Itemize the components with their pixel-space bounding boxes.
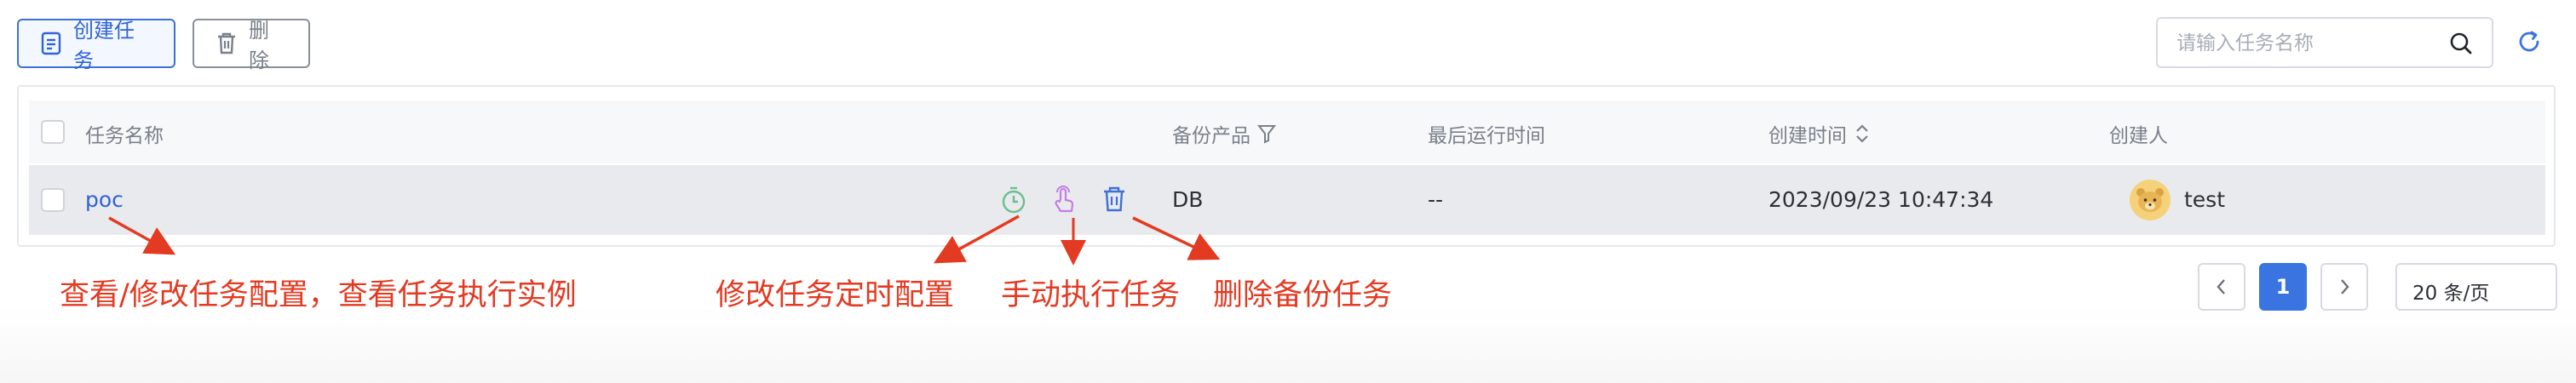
annotation-arrows — [108, 214, 1221, 266]
annotation-schedule: 修改任务定时配置 — [716, 278, 955, 312]
annotation-run: 手动执行任务 — [1001, 278, 1181, 312]
annotation-arrow-view — [108, 216, 176, 255]
annotation-arrow-delete — [1132, 216, 1221, 260]
annotation-delete: 删除备份任务 — [1213, 278, 1393, 312]
annotation-arrow-schedule — [933, 214, 1020, 264]
annotation-view-edit: 查看/修改任务配置，查看任务执行实例 — [60, 278, 577, 312]
